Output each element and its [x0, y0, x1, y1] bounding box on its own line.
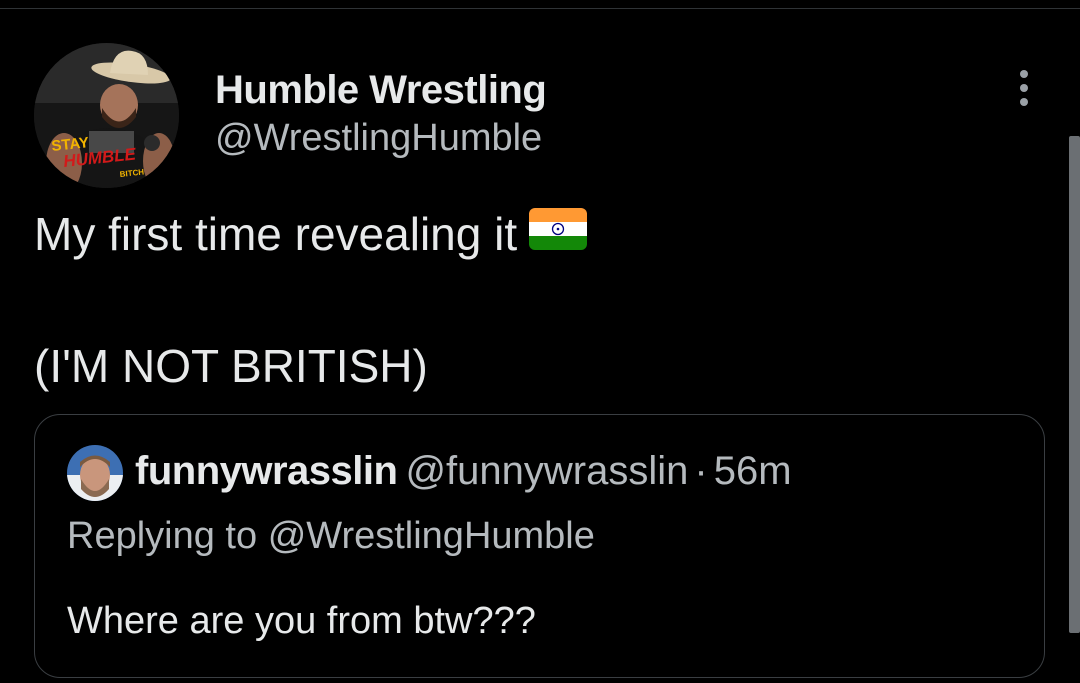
more-dot-icon	[1020, 98, 1028, 106]
quoted-timestamp[interactable]: 56m	[714, 449, 792, 493]
more-dot-icon	[1020, 70, 1028, 78]
tweet-text: My first time revealing it	[34, 208, 518, 260]
tweet-text-line-1: My first time revealing it	[34, 207, 588, 261]
more-dot-icon	[1020, 84, 1028, 92]
avatar-image: STAY HUMBLE BITCH	[34, 43, 179, 188]
top-divider	[0, 8, 1080, 9]
more-options-button[interactable]	[1006, 64, 1042, 112]
replying-handle-link[interactable]: @WrestlingHumble	[268, 515, 595, 557]
replying-prefix: Replying to	[67, 515, 258, 557]
author-name[interactable]: Humble Wrestling	[215, 68, 547, 113]
quoted-author-name[interactable]: funnywrasslin	[135, 449, 398, 493]
tweet-view: STAY HUMBLE BITCH Humble Wrestling @Wres…	[0, 0, 1080, 683]
quoted-author-avatar[interactable]	[67, 445, 123, 501]
quoted-tweet-card[interactable]: funnywrasslin @funnywrasslin · 56m Replying…	[34, 414, 1045, 678]
quoted-header: funnywrasslin @funnywrasslin · 56m	[135, 449, 792, 494]
india-flag-icon	[529, 207, 588, 261]
author-avatar[interactable]: STAY HUMBLE BITCH	[34, 43, 179, 188]
quoted-tweet-text: Where are you from btw???	[67, 600, 536, 642]
quoted-avatar-image	[67, 445, 123, 501]
scrollbar[interactable]	[1069, 136, 1080, 633]
quoted-author-handle[interactable]: @funnywrasslin	[405, 449, 688, 493]
replying-to-line: Replying to @WrestlingHumble	[67, 515, 595, 558]
dot-separator: ·	[694, 449, 708, 493]
author-handle[interactable]: @WrestlingHumble	[215, 117, 542, 160]
tweet-text-line-2: (I'M NOT BRITISH)	[34, 340, 428, 392]
